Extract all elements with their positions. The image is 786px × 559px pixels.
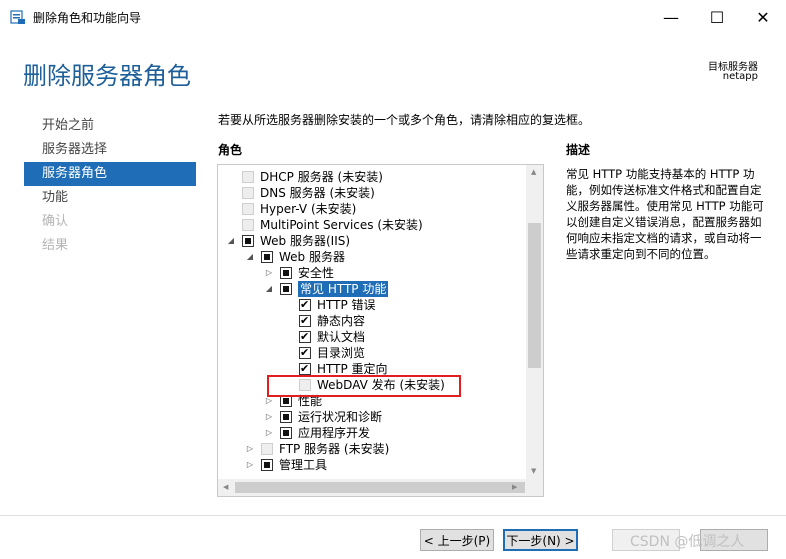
nav-item-before-you-begin[interactable]: 开始之前 [24,114,196,138]
role-checkbox[interactable] [261,443,273,455]
nav-item-server-roles[interactable]: 服务器角色 [24,162,196,186]
role-checkbox[interactable] [299,345,311,361]
tree-row[interactable]: Hyper-V (未安装) [226,201,356,217]
scroll-down-icon[interactable]: ▼ [531,467,536,475]
description-text: 常见 HTTP 功能支持基本的 HTTP 功能，例如传送标准文件格式和配置自定义… [566,167,764,261]
wizard-app-icon [10,10,25,24]
title-bar: 删除角色和功能向导 — ☐ ✕ [0,0,786,34]
role-label: Web 服务器(IIS) [260,234,351,248]
role-label: HTTP 错误 [317,298,376,312]
roles-heading: 角色 [218,143,243,157]
expand-icon[interactable]: ▷ [245,457,255,473]
tree-row[interactable]: DHCP 服务器 (未安装) [226,169,383,185]
minimize-icon: — [663,7,679,27]
next-button[interactable]: 下一步(N) > [503,529,578,551]
nav-item-features[interactable]: 功能 [24,186,196,210]
close-icon: ✕ [756,7,770,27]
nav-item-results: 结果 [42,238,69,253]
maximize-button[interactable]: ☐ [694,0,740,34]
collapse-icon[interactable]: ◢ [245,249,255,265]
tree-row[interactable]: ▷ FTP 服务器 (未安装) [245,441,389,457]
role-label: 目录浏览 [317,346,366,360]
tree-row[interactable]: ◢ 常见 HTTP 功能 [264,281,389,297]
role-checkbox[interactable] [242,219,254,231]
nav-item-server-selection[interactable]: 服务器选择 [24,138,196,162]
tree-row[interactable]: 目录浏览 [283,345,365,361]
tree-row[interactable]: 静态内容 [283,313,365,329]
vertical-scrollbar[interactable]: ▲ ▼ [526,165,543,479]
horizontal-scroll-thumb[interactable] [235,482,525,493]
expand-icon[interactable]: ▷ [264,265,274,281]
tree-row[interactable]: ▷ 应用程序开发 [264,425,370,441]
role-label: DHCP 服务器 (未安装) [260,170,383,184]
role-label: 管理工具 [279,458,328,472]
roles-tree[interactable]: DHCP 服务器 (未安装) DNS 服务器 (未安装) Hyper-V (未安装)… [217,164,544,497]
role-checkbox[interactable] [299,361,311,377]
role-label: 默认文档 [317,330,366,344]
role-checkbox[interactable] [242,171,254,183]
instruction-text: 若要从所选服务器删除安装的一个或多个角色，请清除相应的复选框。 [218,113,591,127]
role-checkbox[interactable] [299,297,311,313]
expand-icon[interactable]: ▷ [264,425,274,441]
minimize-button[interactable]: — [648,0,694,34]
maximize-icon: ☐ [709,7,725,27]
role-label: 静态内容 [317,314,366,328]
scroll-left-icon[interactable]: ◀ [223,483,228,491]
role-label: Web 服务器 [279,250,345,264]
window-title: 删除角色和功能向导 [33,11,142,25]
tree-row[interactable]: ◢ Web 服务器 [245,249,345,265]
tree-row[interactable]: ▷ 运行状况和诊断 [264,409,382,425]
horizontal-scrollbar[interactable]: ◀ ▶ [218,479,543,496]
nav-item-confirmation: 确认 [42,214,69,229]
vertical-scroll-thumb[interactable] [528,223,541,368]
previous-button[interactable]: < 上一步(P) [420,529,494,551]
role-label: FTP 服务器 (未安装) [279,442,390,456]
tree-row[interactable]: HTTP 错误 [283,297,376,313]
description-heading: 描述 [566,143,591,157]
scroll-up-icon[interactable]: ▲ [531,168,536,176]
role-checkbox[interactable] [242,235,254,247]
role-label: Hyper-V (未安装) [260,202,357,216]
role-checkbox[interactable] [242,203,254,215]
collapse-icon[interactable]: ◢ [226,233,236,249]
role-label: 应用程序开发 [298,426,371,440]
footer-divider [0,515,786,516]
role-checkbox[interactable] [280,283,292,295]
role-label: DNS 服务器 (未安装) [260,186,375,200]
tree-row[interactable]: 默认文档 [283,329,365,345]
role-checkbox[interactable] [261,251,273,263]
role-checkbox[interactable] [280,267,292,279]
red-highlight-box [267,375,461,397]
scroll-right-icon[interactable]: ▶ [512,483,517,491]
role-label: 安全性 [298,266,335,280]
tree-row[interactable]: ▷ 管理工具 [245,457,327,473]
role-checkbox[interactable] [299,329,311,345]
tree-row[interactable]: ◢ Web 服务器(IIS) [226,233,350,249]
role-checkbox[interactable] [242,187,254,199]
page-title: 删除服务器角色 [23,62,191,90]
collapse-icon[interactable]: ◢ [264,281,274,297]
role-checkbox[interactable] [280,427,292,439]
tree-row[interactable]: DNS 服务器 (未安装) [226,185,375,201]
tree-row[interactable]: MultiPoint Services (未安装) [226,217,423,233]
tree-row[interactable]: ▷ 安全性 [264,265,334,281]
watermark-text: CSDN @低调之人 [630,534,745,550]
role-checkbox[interactable] [261,459,273,471]
role-label: 常见 HTTP 功能 [298,281,389,297]
role-checkbox[interactable] [299,313,311,329]
expand-icon[interactable]: ▷ [264,409,274,425]
role-label: 运行状况和诊断 [298,410,383,424]
expand-icon[interactable]: ▷ [245,441,255,457]
role-label: MultiPoint Services (未安装) [260,218,423,232]
wizard-steps-nav: 开始之前 服务器选择 服务器角色 功能 确认 结果 [24,114,196,258]
close-button[interactable]: ✕ [740,0,786,34]
target-server-name: netapp [722,71,758,82]
role-checkbox[interactable] [280,411,292,423]
